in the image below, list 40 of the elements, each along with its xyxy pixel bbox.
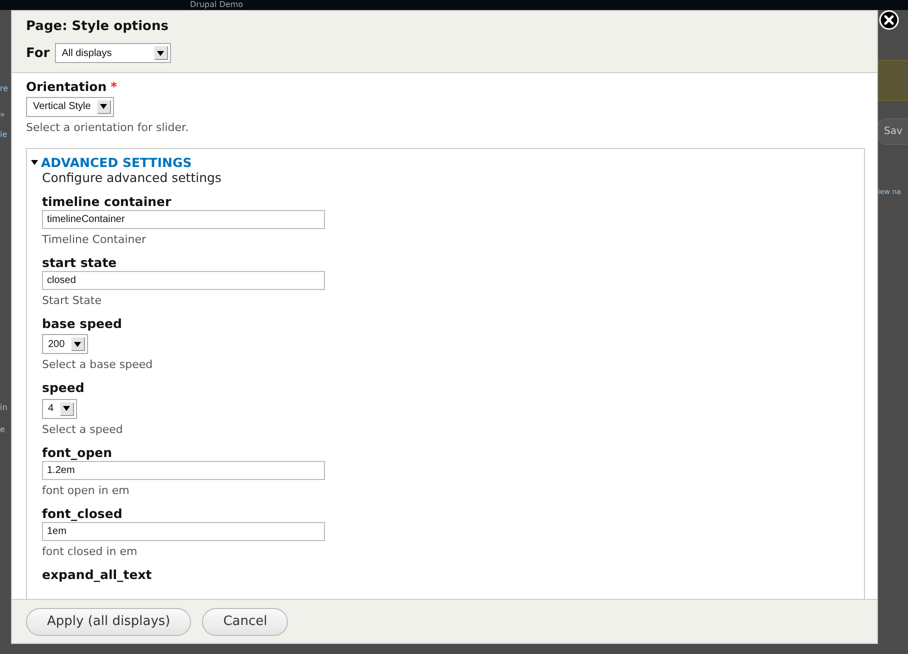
background-text: e <box>0 425 5 434</box>
dropdown-select[interactable]: 200 <box>42 334 88 354</box>
dropdown-select[interactable]: 4 <box>42 398 77 418</box>
field-label: start state <box>42 254 118 270</box>
field-description: Select a speed <box>42 422 124 436</box>
field-label: font_closed <box>42 506 124 520</box>
field-label: timeline container <box>42 194 172 208</box>
fieldset-toggle[interactable]: ADVANCED SETTINGS <box>31 154 850 170</box>
input-field[interactable]: timelineContainer <box>42 210 325 228</box>
collapse-triangle-icon <box>31 160 38 164</box>
dialog-title: Page: Style options <box>26 19 170 34</box>
field-label: expand_all_text <box>42 566 153 582</box>
background-text: in <box>0 403 8 412</box>
fieldset-description: Configure advanced settings <box>42 170 222 184</box>
background-text: re <box>0 84 8 93</box>
field-label: font_open <box>42 444 114 460</box>
save-button[interactable]: Sav <box>877 118 908 145</box>
field-label: Orientation <box>26 79 107 94</box>
display-select[interactable]: All displays <box>54 43 171 63</box>
input-field[interactable]: 1.2em <box>42 460 325 480</box>
for-label: For <box>26 46 50 60</box>
apply-button[interactable]: Apply (all displays) <box>26 608 192 636</box>
background-text: » <box>0 110 5 119</box>
field-description: Timeline Container <box>42 232 148 246</box>
notice-bar <box>877 60 908 101</box>
field-description: font closed in em <box>42 544 138 558</box>
required-mark: * <box>110 79 118 94</box>
field-description: Select a orientation for slider. <box>26 120 190 134</box>
field-description: font open in em <box>42 484 130 496</box>
field-description: Start State <box>42 294 102 306</box>
input-field[interactable]: 1em <box>42 522 325 540</box>
field-label: speed <box>42 380 86 395</box>
background-text: ie <box>0 130 8 139</box>
cancel-button[interactable]: Cancel <box>202 608 288 636</box>
close-icon[interactable] <box>879 10 899 30</box>
field-description: Select a base speed <box>42 358 154 371</box>
field-label: base speed <box>42 316 123 330</box>
site-title: Drupal Demo <box>190 0 244 10</box>
input-field[interactable]: closed <box>42 270 325 290</box>
orientation-select[interactable]: Vertical Style <box>26 96 114 116</box>
